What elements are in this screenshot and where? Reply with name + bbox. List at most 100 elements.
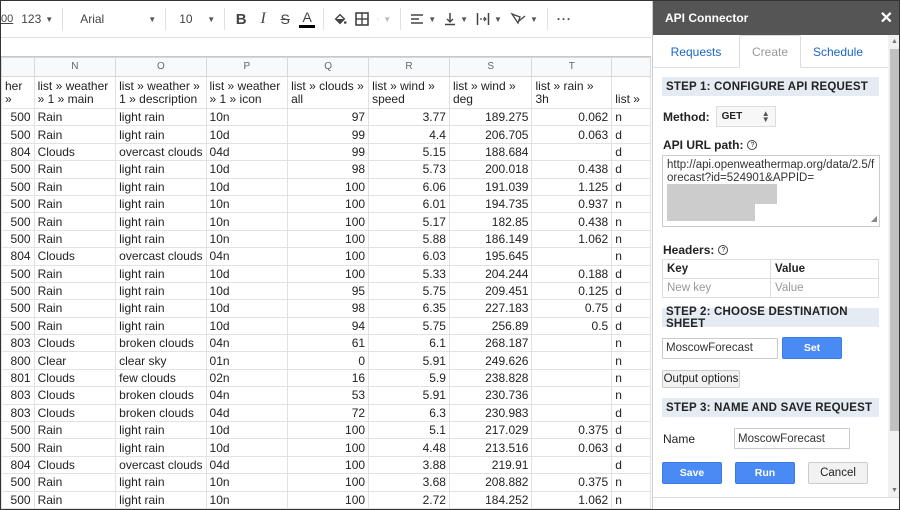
table-cell[interactable]: 268.187	[448, 334, 533, 353]
table-cell[interactable]: light rain	[115, 107, 207, 127]
table-cell[interactable]: n	[611, 247, 651, 266]
table-cell[interactable]: light rain	[115, 125, 207, 144]
help-icon[interactable]: ?	[747, 140, 758, 150]
table-cell[interactable]: 5.88	[368, 229, 450, 249]
table-cell[interactable]: 6.03	[368, 247, 450, 266]
table-cell[interactable]: 227.183	[448, 299, 533, 318]
table-cell[interactable]: n	[611, 490, 651, 509]
table-cell[interactable]: 500	[1, 125, 35, 144]
table-cell[interactable]: 04d	[205, 142, 289, 162]
table-cell[interactable]: 0.438	[531, 212, 613, 231]
table-cell[interactable]: d	[611, 281, 651, 301]
table-cell[interactable]: Rain	[33, 194, 117, 214]
set-button[interactable]: Set	[782, 337, 842, 359]
number-format-dropdown[interactable]: 123 ▼	[17, 7, 57, 31]
table-cell[interactable]: Rain	[33, 316, 117, 336]
table-cell[interactable]: 803	[1, 334, 35, 353]
table-cell[interactable]: Clouds	[33, 334, 117, 353]
table-cell[interactable]: light rain	[115, 490, 207, 509]
table-cell[interactable]: 61	[287, 334, 370, 353]
table-cell[interactable]: 6.3	[368, 403, 450, 423]
table-cell[interactable]: 0.125	[531, 281, 613, 301]
table-cell[interactable]: 208.882	[448, 473, 533, 492]
fill-color-button[interactable]	[329, 7, 351, 31]
table-cell[interactable]: light rain	[115, 160, 207, 179]
table-cell[interactable]: 72	[287, 403, 370, 423]
table-cell[interactable]: Clouds	[33, 455, 117, 475]
table-cell[interactable]: 803	[1, 403, 35, 423]
table-cell[interactable]: 1.062	[531, 229, 613, 249]
table-cell[interactable]: 100	[287, 194, 370, 214]
table-cell[interactable]: 99	[287, 125, 370, 144]
table-cell[interactable]: 10n	[205, 107, 289, 127]
table-cell[interactable]: 6.1	[368, 334, 450, 353]
table-cell[interactable]: light rain	[115, 177, 207, 196]
table-cell[interactable]: 04d	[205, 403, 289, 423]
column-letter-header[interactable]: P	[205, 57, 289, 77]
text-wrap-dropdown[interactable]: ▼	[472, 7, 506, 31]
table-cell[interactable]: Rain	[33, 212, 117, 231]
destination-sheet-input[interactable]: MoscowForecast	[662, 337, 778, 359]
table-cell[interactable]: 500	[1, 281, 35, 301]
table-cell[interactable]: 249.626	[448, 351, 533, 370]
table-cell[interactable]: overcast clouds	[115, 455, 207, 475]
table-cell[interactable]: 3.68	[368, 473, 450, 492]
table-cell[interactable]: Clouds	[33, 247, 117, 266]
table-cell[interactable]: light rain	[115, 438, 207, 457]
table-cell[interactable]: light rain	[115, 229, 207, 249]
table-cell[interactable]: light rain	[115, 194, 207, 214]
table-cell[interactable]: Rain	[33, 177, 117, 196]
field-header-cell[interactable]: list » weather » 1 » description	[115, 76, 207, 109]
table-cell[interactable]: 184.252	[448, 490, 533, 509]
horizontal-align-dropdown[interactable]: ▼	[406, 7, 440, 31]
font-family-dropdown[interactable]: Arial ▼	[68, 7, 160, 31]
table-cell[interactable]: 500	[1, 316, 35, 336]
table-cell[interactable]: Rain	[33, 438, 117, 457]
bold-button[interactable]: B	[230, 7, 252, 31]
table-cell[interactable]: 01n	[205, 351, 289, 370]
table-cell[interactable]: 182.85	[448, 212, 533, 231]
table-cell[interactable]: 2.72	[368, 490, 450, 509]
table-cell[interactable]: 0	[287, 351, 370, 370]
request-name-input[interactable]: MoscowForecast	[734, 428, 850, 449]
table-cell[interactable]	[531, 455, 613, 475]
column-letter-header[interactable]: S	[448, 57, 533, 77]
table-cell[interactable]: 804	[1, 455, 35, 475]
table-cell[interactable]: Rain	[33, 229, 117, 249]
table-cell[interactable]: 0.062	[531, 107, 613, 127]
table-cell[interactable]: 10d	[205, 177, 289, 196]
table-cell[interactable]: 16	[287, 368, 370, 388]
table-cell[interactable]: 100	[287, 455, 370, 475]
table-cell[interactable]: 10d	[205, 281, 289, 301]
table-cell[interactable]: 10n	[205, 194, 289, 214]
table-cell[interactable]: 189.275	[448, 107, 533, 127]
table-cell[interactable]	[531, 403, 613, 423]
field-header-cell[interactable]: list » clouds » all	[287, 76, 370, 109]
table-cell[interactable]	[531, 334, 613, 353]
table-cell[interactable]: 02n	[205, 368, 289, 388]
table-cell[interactable]: Rain	[33, 281, 117, 301]
table-cell[interactable]: 804	[1, 142, 35, 162]
column-letter-header[interactable]: R	[368, 57, 450, 77]
table-cell[interactable]: d	[611, 421, 651, 440]
table-cell[interactable]: 500	[1, 473, 35, 492]
field-header-cell[interactable]: list » wind » speed	[368, 76, 450, 109]
table-cell[interactable]: Rain	[33, 299, 117, 318]
vertical-align-dropdown[interactable]: ▼	[440, 7, 472, 31]
close-icon[interactable]: ✕	[880, 8, 893, 28]
table-cell[interactable]: d	[611, 299, 651, 318]
table-cell[interactable]: light rain	[115, 421, 207, 440]
table-cell[interactable]: broken clouds	[115, 334, 207, 353]
table-cell[interactable]: 238.828	[448, 368, 533, 388]
table-cell[interactable]: 5.17	[368, 212, 450, 231]
table-cell[interactable]: 100	[287, 421, 370, 440]
table-cell[interactable]: light rain	[115, 299, 207, 318]
table-cell[interactable]: 500	[1, 264, 35, 283]
table-cell[interactable]: 0.438	[531, 160, 613, 179]
table-cell[interactable]: Rain	[33, 421, 117, 440]
table-cell[interactable]: 500	[1, 177, 35, 196]
table-cell[interactable]: 100	[287, 490, 370, 509]
table-cell[interactable]: light rain	[115, 473, 207, 492]
table-cell[interactable]: 5.33	[368, 264, 450, 283]
table-cell[interactable]: Rain	[33, 107, 117, 127]
